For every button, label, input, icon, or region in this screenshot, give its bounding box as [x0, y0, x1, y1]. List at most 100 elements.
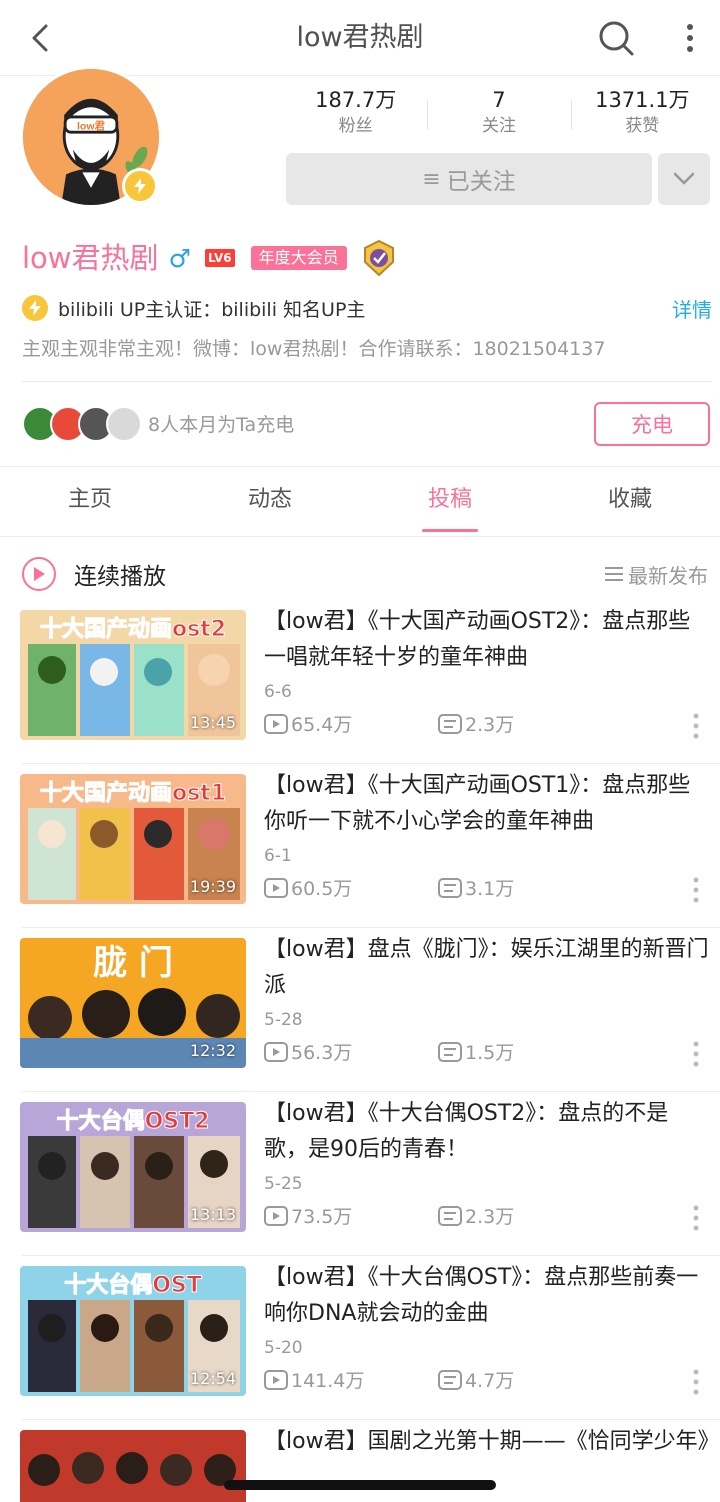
profile-stats: 187.7万 粉丝 7 关注 1371.1万 获赞 [284, 86, 714, 142]
video-thumbnail[interactable]: 胧 门 12:32 [20, 938, 246, 1068]
thumbnail-caption: 十大台偶OST [64, 1272, 202, 1298]
video-date: 5-28 [264, 1010, 303, 1030]
video-item[interactable]: 胧 门 12:32 【low君】盘点《胧门》：娱乐江湖里的新晋门派 5-28 5… [0, 928, 720, 1092]
stat-label: 关注 [481, 116, 516, 136]
video-item[interactable]: 十大国产动画ost2 13:45 【low君】《十大国产动画OST2》：盘点那些… [0, 600, 720, 764]
search-icon[interactable] [596, 18, 636, 58]
charge-row: 8人本月为Ta充电 充电 [22, 402, 712, 446]
avatar-logo-text: low君 [77, 120, 106, 132]
play-count-value: 73.5万 [291, 1206, 353, 1228]
vip-tag[interactable]: 年度大会员 [250, 246, 347, 270]
stat-value: 187.7万 [315, 88, 397, 112]
video-item[interactable]: 十大台偶OST2 13:13 【low君】《十大台偶OST2》：盘点的不是歌，是… [0, 1092, 720, 1256]
bio-text: 主观主观非常主观！微博：low君热剧！合作请联系：18021504137 [22, 338, 606, 360]
more-vertical-icon[interactable] [690, 712, 702, 740]
danmaku-count: 1.5万 [438, 1038, 514, 1065]
more-vertical-icon[interactable] [690, 1040, 702, 1068]
chevron-down-icon [673, 172, 695, 185]
play-count: 65.4万 [264, 710, 352, 737]
video-thumbnail[interactable] [20, 1430, 246, 1502]
danmaku-count: 2.3万 [438, 1202, 514, 1229]
play-count: 141.4万 [264, 1366, 364, 1393]
play-count-value: 141.4万 [291, 1370, 365, 1392]
video-item[interactable]: 十大台偶OST 12:54 【low君】《十大台偶OST》：盘点那些前奏一响你D… [0, 1256, 720, 1420]
video-title[interactable]: 【low君】《十大国产动画OST1》：盘点那些你听一下就不小心学会的童年神曲 [264, 768, 710, 840]
vip-medal-icon[interactable] [359, 238, 399, 278]
charge-count-text: 8人本月为Ta充电 [148, 414, 295, 436]
stat-value: 1371.1万 [595, 88, 690, 112]
danmaku-count-value: 1.5万 [465, 1042, 515, 1064]
more-vertical-icon[interactable] [690, 1368, 702, 1396]
thumbnail-caption: 十大国产动画ost1 [40, 781, 226, 806]
play-count-icon [264, 1205, 288, 1226]
sort-lines-icon [605, 567, 623, 581]
more-vertical-icon[interactable] [690, 876, 702, 904]
charge-button[interactable]: 充电 [594, 402, 710, 446]
supporter-avatar [106, 406, 142, 442]
video-thumbnail[interactable]: 十大国产动画ost1 19:39 [20, 774, 246, 904]
name-row: low君热剧 ♂ LV6 年度大会员 [22, 238, 399, 278]
video-duration: 13:45 [189, 713, 236, 732]
play-count-icon [264, 1041, 288, 1062]
video-date: 5-25 [264, 1174, 303, 1194]
details-link[interactable]: 详情 [672, 294, 712, 323]
list-header: 连续播放 最新发布 [22, 550, 708, 598]
danmaku-count-value: 2.3万 [465, 1206, 515, 1228]
supporter-avatars[interactable] [22, 406, 142, 442]
tab-dynamics[interactable]: 动态 [180, 467, 360, 536]
play-count-value: 60.5万 [291, 878, 353, 900]
stat-label: 粉丝 [338, 116, 373, 136]
video-title[interactable]: 【low君】《十大台偶OST2》：盘点的不是歌，是90后的青春！ [264, 1096, 710, 1168]
danmaku-icon [438, 1369, 462, 1390]
more-menu-icon[interactable] [672, 18, 708, 58]
more-vertical-icon[interactable] [690, 1204, 702, 1232]
play-count-value: 56.3万 [291, 1042, 353, 1064]
male-gender-icon: ♂ [168, 243, 191, 273]
thumbnail-caption: 十大国产动画ost2 [40, 617, 226, 642]
username: low君热剧 [22, 241, 159, 275]
lightning-verified-icon [22, 295, 48, 321]
play-count-icon [264, 877, 288, 898]
video-title[interactable]: 【low君】盘点《胧门》：娱乐江湖里的新晋门派 [264, 932, 710, 1004]
danmaku-icon [438, 1205, 462, 1226]
video-duration: 13:13 [189, 1205, 236, 1224]
tab-uploads[interactable]: 投稿 [360, 467, 540, 536]
verification-text: bilibili UP主认证：bilibili 知名UP主 [58, 298, 366, 321]
danmaku-count: 2.3万 [438, 710, 514, 737]
stat-value: 7 [492, 88, 506, 112]
thumbnail-caption: 十大台偶OST2 [57, 1108, 210, 1134]
danmaku-icon [438, 1041, 462, 1062]
sort-button[interactable]: 最新发布 [604, 560, 708, 589]
video-thumbnail[interactable]: 十大台偶OST 12:54 [20, 1266, 246, 1396]
thumbnail-caption: 胧 门 [93, 943, 173, 983]
followed-button[interactable]: ≡ 已关注 [286, 153, 652, 205]
play-circle-icon[interactable] [22, 557, 56, 591]
top-nav-bar: low君热剧 [0, 0, 720, 76]
home-indicator[interactable] [224, 1480, 496, 1490]
level-badge: LV6 [204, 249, 235, 267]
play-all-button[interactable]: 连续播放 [74, 557, 166, 591]
play-count-icon [264, 713, 288, 734]
sort-label: 最新发布 [628, 563, 708, 588]
stat-following[interactable]: 7 关注 [427, 86, 570, 142]
stat-label: 获赞 [625, 116, 660, 136]
video-title[interactable]: 【low君】《十大国产动画OST2》：盘点那些一唱就年轻十岁的童年神曲 [264, 604, 710, 676]
play-count: 73.5万 [264, 1202, 352, 1229]
play-count: 56.3万 [264, 1038, 352, 1065]
video-thumbnail[interactable]: 十大台偶OST2 13:13 [20, 1102, 246, 1232]
tab-favorites[interactable]: 收藏 [540, 467, 720, 536]
video-duration: 19:39 [189, 877, 236, 896]
tab-home[interactable]: 主页 [0, 467, 180, 536]
play-count: 60.5万 [264, 874, 352, 901]
menu-lines-icon: ≡ [422, 166, 441, 192]
stat-followers[interactable]: 187.7万 粉丝 [284, 86, 427, 142]
video-title[interactable]: 【low君】《十大台偶OST》：盘点那些前奏一响你DNA就会动的金曲 [264, 1260, 710, 1332]
video-item[interactable]: 十大国产动画ost1 19:39 【low君】《十大国产动画OST1》：盘点那些… [0, 764, 720, 928]
verification-row: bilibili UP主认证：bilibili 知名UP主 详情 [22, 290, 712, 326]
video-date: 6-1 [264, 846, 292, 866]
divider [22, 381, 712, 382]
follow-dropdown-button[interactable] [658, 153, 710, 205]
video-date: 6-6 [264, 682, 292, 702]
danmaku-count: 3.1万 [438, 874, 514, 901]
video-thumbnail[interactable]: 十大国产动画ost2 13:45 [20, 610, 246, 740]
